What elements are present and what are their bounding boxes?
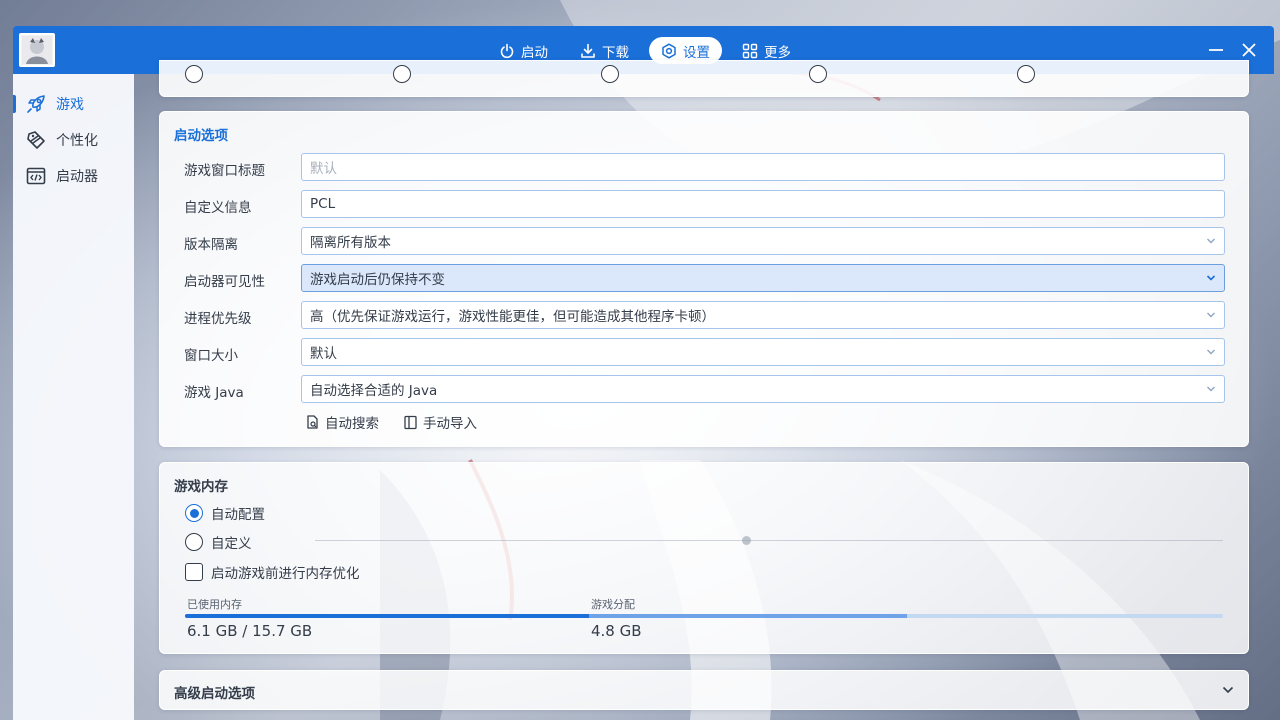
previous-section-card	[159, 60, 1249, 97]
game-java-label: 游戏 Java	[184, 385, 244, 401]
version-isolation-select[interactable]: 隔离所有版本	[301, 227, 1225, 255]
game-memory-card: 游戏内存 自动配置 自定义 启动游戏前进行内存优化 已使用内存 游戏分配 6.1…	[159, 462, 1249, 654]
sidebar-item-label: 个性化	[56, 133, 98, 149]
launcher-visibility-value: 游戏启动后仍保持不变	[310, 272, 445, 288]
book-icon	[404, 415, 417, 429]
launcher-visibility-select[interactable]: 游戏启动后仍保持不变	[301, 264, 1225, 292]
version-isolation-label: 版本隔离	[184, 237, 238, 253]
cut-off-radio-row	[160, 65, 1248, 91]
chevron-down-icon	[1207, 238, 1215, 244]
app-logo	[19, 33, 55, 67]
section-title: 启动选项	[174, 128, 228, 144]
radio-checked-icon	[185, 504, 203, 522]
game-java-value: 自动选择合适的 Java	[310, 383, 438, 399]
custom-memory-slider[interactable]	[315, 536, 1223, 545]
power-icon	[500, 43, 514, 58]
nav-tab-label: 更多	[764, 44, 791, 61]
game-allocation-fill	[589, 614, 907, 618]
memory-custom-label: 自定义	[211, 536, 252, 552]
process-priority-select[interactable]: 高（优先保证游戏运行，游戏性能更佳，但可能造成其他程序卡顿）	[301, 301, 1225, 329]
slider-handle[interactable]	[742, 536, 751, 545]
used-memory-label: 已使用内存	[187, 598, 242, 611]
launcher-visibility-label: 启动器可见性	[184, 274, 265, 290]
chevron-down-icon	[1207, 386, 1215, 392]
code-window-icon	[26, 167, 46, 185]
sidebar-item-game[interactable]: 游戏	[13, 86, 134, 122]
auto-search-label: 自动搜索	[325, 416, 379, 432]
memory-auto-label: 自动配置	[211, 507, 265, 523]
chevron-down-icon	[1222, 686, 1234, 694]
radio-option-cut[interactable]	[393, 65, 411, 83]
nav-tab-label: 下载	[602, 44, 629, 61]
game-java-select[interactable]: 自动选择合适的 Java	[301, 375, 1225, 403]
palette-icon	[27, 131, 45, 149]
radio-option-cut[interactable]	[809, 65, 827, 83]
window-size-select[interactable]: 默认	[301, 338, 1225, 366]
memory-auto-radio[interactable]: 自动配置	[185, 503, 265, 523]
checkbox-unchecked-icon	[185, 563, 203, 581]
close-icon[interactable]	[1239, 40, 1259, 60]
minimize-icon[interactable]	[1206, 40, 1226, 60]
sidebar-item-label: 启动器	[56, 169, 98, 185]
file-search-icon	[307, 414, 318, 429]
manual-import-label: 手动导入	[423, 416, 477, 432]
sidebar-item-personalize[interactable]: 个性化	[13, 122, 134, 158]
radio-option-cut[interactable]	[1017, 65, 1035, 83]
game-allocation-label: 游戏分配	[591, 598, 635, 611]
sidebar: 游戏 个性化 启动器	[13, 74, 134, 720]
version-isolation-value: 隔离所有版本	[310, 235, 391, 251]
window-title-input[interactable]: 默认	[301, 153, 1225, 181]
process-priority-label: 进程优先级	[184, 311, 252, 327]
rocket-icon	[27, 95, 45, 113]
memory-optimize-label: 启动游戏前进行内存优化	[211, 566, 360, 582]
manual-import-button[interactable]: 手动导入	[403, 412, 477, 432]
nav-tab-label: 启动	[521, 44, 548, 61]
radio-unchecked-icon	[185, 533, 203, 551]
memory-custom-radio[interactable]: 自定义	[185, 532, 252, 552]
chevron-down-icon	[1207, 349, 1215, 355]
window-title-placeholder: 默认	[310, 161, 337, 177]
advanced-launch-options-card[interactable]: 高级启动选项	[159, 670, 1249, 710]
sidebar-item-label: 游戏	[56, 97, 84, 113]
process-priority-value: 高（优先保证游戏运行，游戏性能更佳，但可能造成其他程序卡顿）	[310, 309, 715, 325]
chevron-down-icon	[1206, 275, 1216, 281]
game-allocation-value: 4.8 GB	[591, 622, 642, 640]
used-memory-fill	[185, 614, 589, 618]
download-icon	[581, 43, 595, 58]
memory-optimize-checkbox[interactable]: 启动游戏前进行内存优化	[185, 562, 360, 582]
radio-option-cut[interactable]	[601, 65, 619, 83]
custom-info-input[interactable]: PCL	[301, 190, 1225, 218]
used-memory-value: 6.1 GB / 15.7 GB	[187, 622, 313, 640]
grid-icon	[742, 43, 758, 58]
settings-icon	[662, 42, 676, 59]
launch-options-card: 启动选项 游戏窗口标题 默认 自定义信息 PCL 版本隔离 隔离所有版本 启动器…	[159, 111, 1249, 447]
window-size-label: 窗口大小	[184, 348, 238, 364]
custom-info-label: 自定义信息	[184, 200, 252, 216]
auto-search-button[interactable]: 自动搜索	[305, 412, 379, 432]
window-size-value: 默认	[310, 346, 337, 362]
memory-usage-bar	[185, 614, 1223, 618]
radio-option-cut[interactable]	[185, 65, 203, 83]
nav-tab-label: 设置	[683, 44, 710, 61]
window-title-label: 游戏窗口标题	[184, 163, 265, 179]
section-title: 游戏内存	[174, 479, 228, 495]
sidebar-item-launcher[interactable]: 启动器	[13, 158, 134, 194]
section-title: 高级启动选项	[174, 686, 255, 702]
custom-info-value: PCL	[310, 196, 336, 212]
chevron-down-icon	[1207, 312, 1215, 318]
